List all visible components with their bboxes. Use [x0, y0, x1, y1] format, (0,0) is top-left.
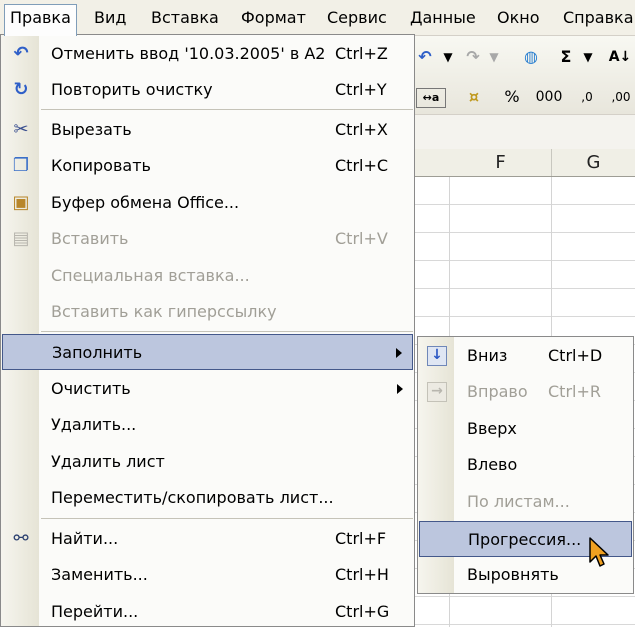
menu-item-label: Вставить как гиперссылку: [51, 302, 277, 321]
menu-item-label: Удалить...: [51, 415, 137, 434]
menu-item-label: Вырезать: [51, 120, 132, 139]
edit-menu: ↶ Отменить ввод '10.03.2005' в A2 Ctrl+Z…: [0, 34, 415, 627]
menu-item-label: Копировать: [51, 156, 151, 175]
sort-ascending-icon[interactable]: A↓: [608, 46, 632, 68]
menu-item-office-clipboard[interactable]: ▣ Буфер обмена Office...: [2, 185, 413, 221]
globe-icon[interactable]: ◍: [518, 46, 544, 68]
chevron-down-icon[interactable]: ▼: [442, 46, 454, 68]
menu-item-redo[interactable]: ↻ Повторить очистку Ctrl+Y: [2, 72, 413, 108]
submenu-arrow-icon: [396, 348, 402, 358]
standard-toolbar: ↶ ▼ ↷ ▼ ◍ Σ ▼ A↓ ↔a ¤ % 000 ,0 ,00: [400, 36, 635, 114]
menu-separator: [41, 518, 413, 519]
submenu-item-across-sheets[interactable]: По листам...: [419, 484, 632, 520]
submenu-item-label: Вправо: [467, 382, 528, 401]
menu-item-label: Вставить: [51, 229, 129, 248]
menu-separator: [41, 109, 413, 110]
menu-item-label: Удалить лист: [51, 452, 165, 471]
column-headers: F G: [400, 149, 635, 177]
menu-item-label: Буфер обмена Office...: [51, 193, 240, 212]
mouse-cursor-icon: [589, 537, 609, 567]
menu-item-clear[interactable]: Очистить: [2, 371, 413, 407]
fill-right-icon: →: [427, 382, 447, 402]
menu-item-shortcut: Ctrl+X: [335, 120, 388, 139]
increase-decimal-icon[interactable]: ,0: [572, 86, 602, 108]
menu-item-label: Заменить...: [51, 565, 148, 584]
menu-item-paste-hyperlink[interactable]: Вставить как гиперссылку: [2, 294, 413, 330]
binoculars-icon: ⚯: [13, 528, 29, 549]
menu-item-copy[interactable]: ❐ Копировать Ctrl+C: [2, 148, 413, 184]
submenu-arrow-icon: [397, 384, 403, 394]
menu-item-label: Специальная вставка...: [51, 266, 250, 285]
submenu-item-label: Прогрессия...: [468, 530, 582, 549]
menu-item-replace[interactable]: Заменить... Ctrl+H: [2, 557, 413, 593]
copy-icon: ❐: [12, 155, 30, 176]
menu-item-delete[interactable]: Удалить...: [2, 407, 413, 443]
column-header-g[interactable]: G: [552, 149, 635, 176]
decrease-decimal-icon[interactable]: ,00: [606, 86, 635, 108]
menu-item-label: Повторить очистку: [51, 80, 213, 99]
submenu-item-up[interactable]: Вверх: [419, 411, 632, 447]
currency-icon[interactable]: ¤: [460, 86, 488, 108]
menu-bar: Правка Вид Вставка Формат Сервис Данные …: [0, 0, 635, 36]
menu-item-find[interactable]: ⚯ Найти... Ctrl+F: [2, 521, 413, 557]
merge-center-icon[interactable]: ↔a: [416, 88, 446, 108]
clipboard-icon: ▣: [12, 192, 30, 213]
menu-item-label: Очистить: [51, 379, 131, 398]
menu-item-label: Отменить ввод '10.03.2005' в A2: [51, 44, 326, 63]
percent-icon[interactable]: %: [500, 86, 524, 108]
menu-item-label: Переместить/скопировать лист...: [51, 488, 334, 507]
menu-item-paste-special[interactable]: Специальная вставка...: [2, 258, 413, 294]
submenu-item-left[interactable]: Влево: [419, 447, 632, 483]
menu-data[interactable]: Данные: [405, 5, 481, 31]
menu-item-shortcut: Ctrl+C: [335, 156, 389, 175]
menu-item-fill[interactable]: Заполнить: [2, 334, 413, 370]
scissors-icon: ✂: [13, 119, 29, 140]
menu-item-label: Заполнить: [52, 343, 143, 362]
menu-item-shortcut: Ctrl+G: [335, 602, 390, 621]
chevron-down-icon[interactable]: ▼: [582, 46, 594, 68]
paste-icon: ▤: [12, 228, 30, 249]
autosum-icon[interactable]: Σ: [554, 46, 578, 68]
menu-window[interactable]: Окно: [492, 5, 545, 31]
menu-item-delete-sheet[interactable]: Удалить лист: [2, 444, 413, 480]
submenu-item-down[interactable]: ↓ Вниз Ctrl+D: [419, 338, 632, 374]
menu-edit[interactable]: Правка: [4, 4, 77, 36]
submenu-item-label: Влево: [467, 455, 518, 474]
menu-item-shortcut: Ctrl+Z: [335, 44, 388, 63]
menu-tools[interactable]: Сервис: [322, 5, 392, 31]
chevron-down-icon[interactable]: ▼: [488, 46, 500, 68]
menu-insert[interactable]: Вставка: [146, 5, 224, 31]
menu-separator: [41, 331, 413, 332]
column-header-f[interactable]: F: [450, 149, 552, 176]
menu-item-shortcut: Ctrl+V: [335, 229, 388, 248]
menu-item-cut[interactable]: ✂ Вырезать Ctrl+X: [2, 112, 413, 148]
menu-item-shortcut: Ctrl+H: [335, 565, 389, 584]
menu-item-goto[interactable]: Перейти... Ctrl+G: [2, 594, 413, 630]
menu-view[interactable]: Вид: [89, 5, 131, 31]
undo-icon: ↶: [13, 43, 29, 64]
menu-item-move-copy-sheet[interactable]: Переместить/скопировать лист...: [2, 480, 413, 516]
submenu-item-shortcut: Ctrl+D: [548, 346, 603, 365]
menu-item-paste[interactable]: ▤ Вставить Ctrl+V: [2, 221, 413, 257]
redo-arrow-icon[interactable]: ↷: [460, 46, 486, 68]
submenu-item-label: Вверх: [467, 419, 517, 438]
submenu-item-label: Вниз: [467, 346, 508, 365]
menu-item-shortcut: Ctrl+F: [335, 529, 387, 548]
menu-item-label: Перейти...: [51, 602, 139, 621]
thousands-separator-icon[interactable]: 000: [534, 86, 564, 108]
menu-item-label: Найти...: [51, 529, 119, 548]
submenu-item-right[interactable]: → Вправо Ctrl+R: [419, 374, 632, 410]
menu-help[interactable]: Справка: [558, 5, 635, 31]
redo-icon: ↻: [13, 79, 29, 100]
submenu-item-label: Выровнять: [467, 565, 559, 584]
fill-down-icon: ↓: [427, 346, 447, 366]
menu-format[interactable]: Формат: [236, 5, 311, 31]
menu-item-undo[interactable]: ↶ Отменить ввод '10.03.2005' в A2 Ctrl+Z: [2, 36, 413, 72]
submenu-item-shortcut: Ctrl+R: [548, 382, 601, 401]
menu-item-shortcut: Ctrl+Y: [335, 80, 387, 99]
formula-bar[interactable]: [400, 114, 635, 150]
submenu-item-label: По листам...: [467, 492, 570, 511]
undo-arrow-icon[interactable]: ↶: [412, 46, 438, 68]
